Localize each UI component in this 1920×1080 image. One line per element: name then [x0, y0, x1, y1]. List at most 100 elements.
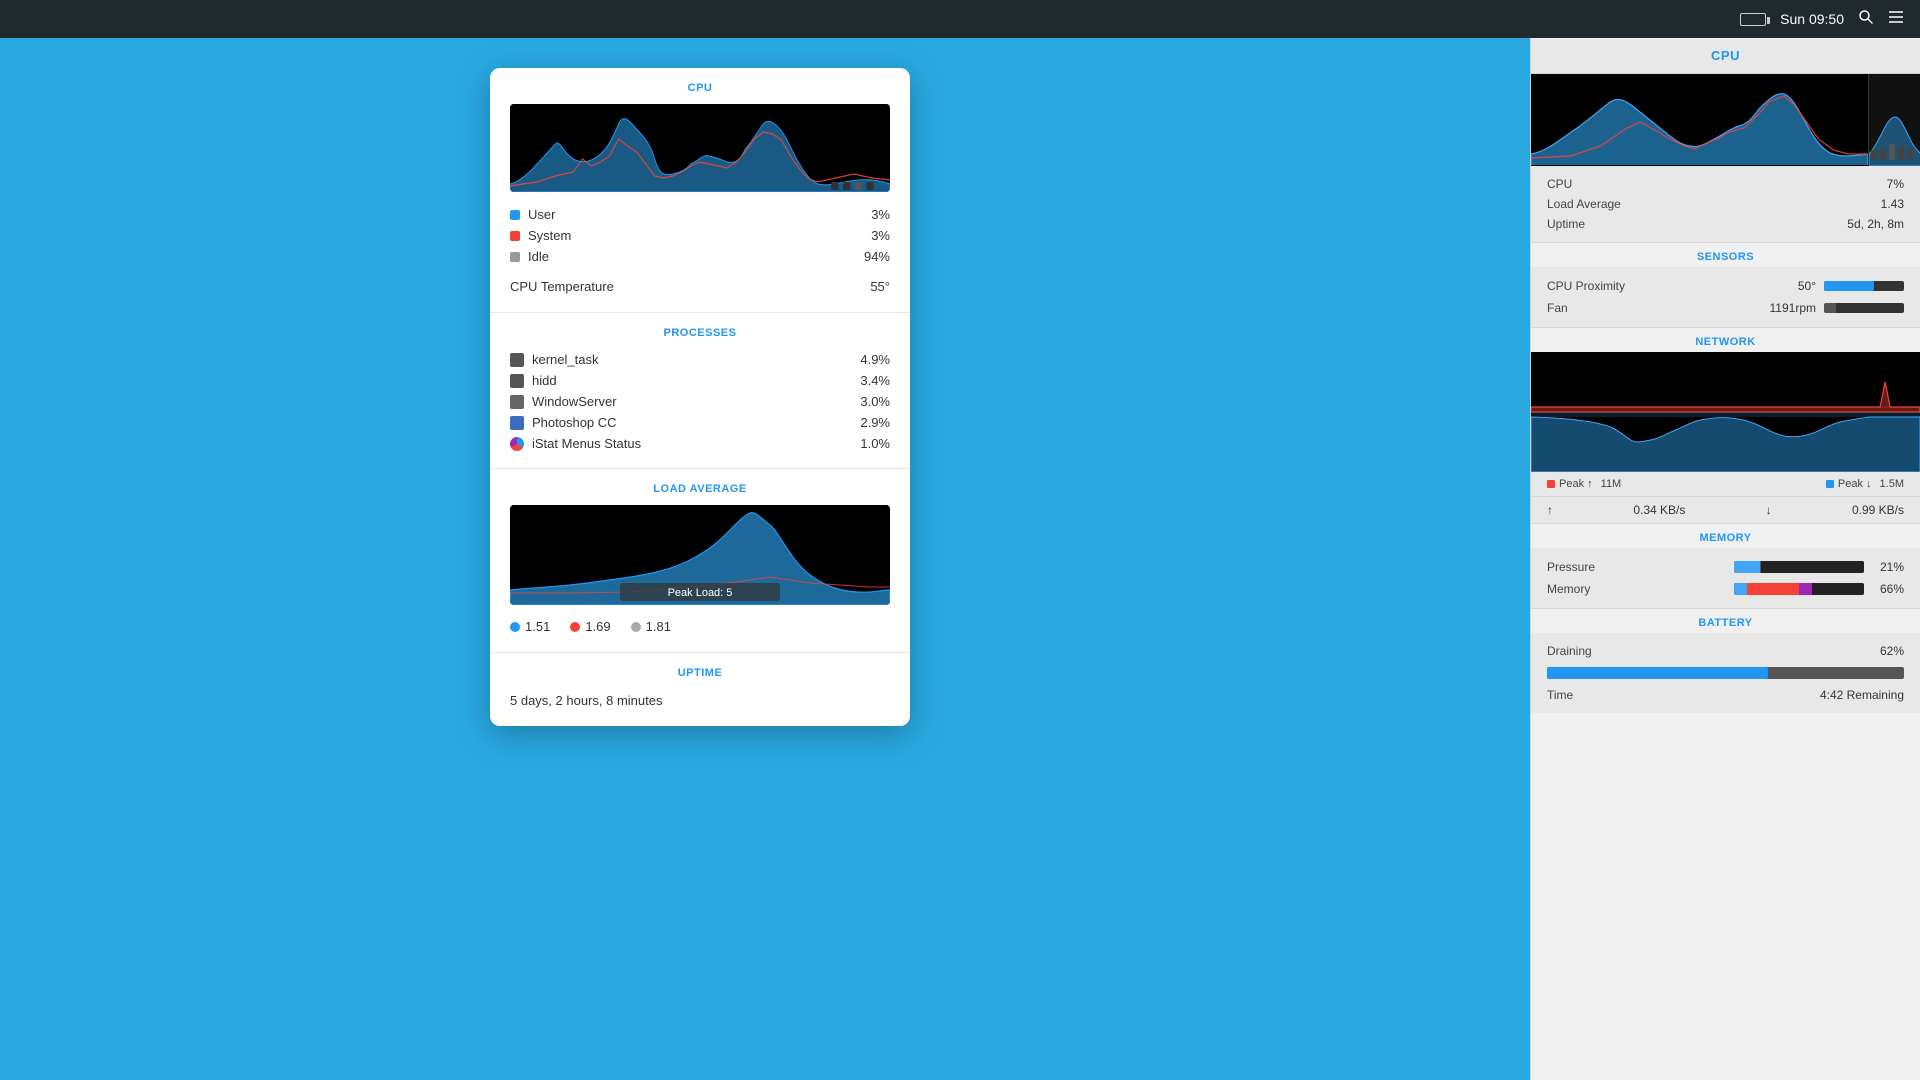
load-val-0: 1.51: [525, 619, 550, 634]
sensors-title: SENSORS: [1531, 243, 1920, 267]
idle-stat: Idle 94%: [510, 246, 890, 267]
load-dot-0: [510, 622, 520, 632]
load-val-2: 1.81: [646, 619, 671, 634]
menubar-time: Sun 09:50: [1780, 11, 1844, 27]
peak-up-value: 11M: [1601, 478, 1622, 490]
process-value-3: 2.9%: [860, 415, 890, 430]
time-remaining-row: Time 4:42 Remaining: [1547, 685, 1904, 705]
sidebar-cpu-percent-row: CPU 7%: [1547, 174, 1904, 194]
process-value-1: 3.4%: [860, 373, 890, 388]
process-name-3: Photoshop CC: [532, 415, 860, 430]
peak-up-item: Peak ↑ 11M: [1547, 478, 1621, 490]
user-label: User: [528, 207, 871, 222]
sidebar-load-value: 1.43: [1881, 197, 1904, 211]
process-icon-4: [510, 437, 524, 451]
peak-down-dot: [1826, 480, 1834, 488]
memory-row: Memory 66%: [1547, 578, 1904, 600]
time-remaining: 4:42 Remaining: [1820, 688, 1904, 702]
load-dot-2: [631, 622, 641, 632]
system-dot: [510, 231, 520, 241]
process-icon-1: [510, 374, 524, 388]
system-label: System: [528, 228, 871, 243]
process-row-2: WindowServer 3.0%: [510, 391, 890, 412]
peak-up-dot: [1547, 480, 1555, 488]
sidebar-uptime-label: Uptime: [1547, 217, 1585, 231]
sidebar-cpu-percent: 7%: [1887, 177, 1904, 191]
sidebar-uptime-value: 5d, 2h, 8m: [1847, 217, 1904, 231]
cpu-proximity-value: 50°: [1798, 279, 1816, 293]
pressure-bar-bg: [1734, 561, 1864, 573]
user-stat: User 3%: [510, 204, 890, 225]
memory-label: Memory: [1547, 582, 1734, 596]
sensors-section: CPU Proximity 50° Fan 1191rpm: [1531, 267, 1920, 328]
peak-down-value: 1.5M: [1880, 478, 1904, 490]
network-title: NETWORK: [1531, 328, 1920, 352]
search-icon[interactable]: [1858, 9, 1874, 30]
fan-value: 1191rpm: [1770, 301, 1816, 315]
battery-icon: [1740, 13, 1766, 26]
sidebar-cpu-stats: CPU 7% Load Average 1.43 Uptime 5d, 2h, …: [1531, 166, 1920, 243]
network-graph: [1531, 352, 1920, 472]
cpu-proximity-label: CPU Proximity: [1547, 279, 1798, 293]
temp-label: CPU Temperature: [510, 279, 614, 294]
process-name-1: hidd: [532, 373, 860, 388]
load-average-title: LOAD AVERAGE: [510, 483, 890, 495]
fan-row: Fan 1191rpm: [1547, 297, 1904, 319]
load-average-section: LOAD AVERAGE Peak Load: 5 1.51 1.69: [490, 469, 910, 653]
peak-down-label: Peak ↓: [1838, 478, 1872, 490]
process-row-4: iStat Menus Status 1.0%: [510, 433, 890, 454]
pressure-row: Pressure 21%: [1547, 556, 1904, 578]
process-name-0: kernel_task: [532, 352, 860, 367]
menubar: Sun 09:50: [0, 0, 1920, 38]
temp-row: CPU Temperature 55°: [510, 275, 890, 298]
user-dot: [510, 210, 520, 220]
sidebar-cpu-title: CPU: [1531, 38, 1920, 74]
processes-section: PROCESSES kernel_task 4.9% hidd 3.4% Win…: [490, 313, 910, 469]
sidebar-cpu-graph-main: [1531, 74, 1868, 165]
menu-icon[interactable]: [1888, 9, 1904, 30]
memory-section: Pressure 21% Memory 66%: [1531, 548, 1920, 609]
process-icon-3: [510, 416, 524, 430]
cpu-section: CPU User 3% System: [490, 68, 910, 313]
sidebar-cpu-graph: [1531, 74, 1920, 166]
load-dot-1: [570, 622, 580, 632]
cpu-graph: [510, 104, 890, 192]
idle-value: 94%: [864, 249, 890, 264]
cpu-proximity-row: CPU Proximity 50°: [1547, 275, 1904, 297]
draining-label: Draining: [1547, 644, 1592, 658]
sidebar-load-label: Load Average: [1547, 197, 1621, 211]
draining-value: 62%: [1880, 644, 1904, 658]
load-averages: 1.51 1.69 1.81: [510, 615, 890, 638]
idle-label: Idle: [528, 249, 864, 264]
load-avg-0: 1.51: [510, 619, 550, 634]
peak-down-item: Peak ↓ 1.5M: [1826, 478, 1904, 490]
svg-text:Peak Load: 5: Peak Load: 5: [668, 587, 733, 599]
sidebar-panel: CPU CPU 7% L: [1530, 38, 1920, 1080]
temp-value: 55°: [870, 279, 890, 294]
process-value-2: 3.0%: [860, 394, 890, 409]
cpu-panel: CPU User 3% System: [490, 68, 910, 726]
process-name-4: iStat Menus Status: [532, 436, 860, 451]
time-label: Time: [1547, 688, 1573, 702]
idle-dot: [510, 252, 520, 262]
network-speed-row: ↑ 0.34 KB/s ↓ 0.99 KB/s: [1531, 497, 1920, 524]
battery-section: Draining 62% Time 4:42 Remaining: [1531, 633, 1920, 713]
process-value-0: 4.9%: [860, 352, 890, 367]
sidebar-cpu-label: CPU: [1547, 177, 1572, 191]
load-graph: Peak Load: 5: [510, 505, 890, 605]
process-icon-2: [510, 395, 524, 409]
memory-bar-bg: [1734, 583, 1864, 595]
fan-bar-bg: [1824, 303, 1904, 313]
pressure-label: Pressure: [1547, 560, 1734, 574]
system-stat: System 3%: [510, 225, 890, 246]
sidebar-cpu-graph-thumb: [1868, 74, 1920, 165]
battery-bar-fill: [1547, 667, 1768, 679]
process-row-1: hidd 3.4%: [510, 370, 890, 391]
download-speed: 0.99 KB/s: [1852, 503, 1904, 517]
network-legend: Peak ↑ 11M Peak ↓ 1.5M: [1531, 472, 1920, 497]
processes-title: PROCESSES: [510, 327, 890, 339]
load-avg-1: 1.69: [570, 619, 610, 634]
fan-label: Fan: [1547, 301, 1770, 315]
pressure-value: 21%: [1872, 560, 1904, 574]
memory-value: 66%: [1872, 582, 1904, 596]
